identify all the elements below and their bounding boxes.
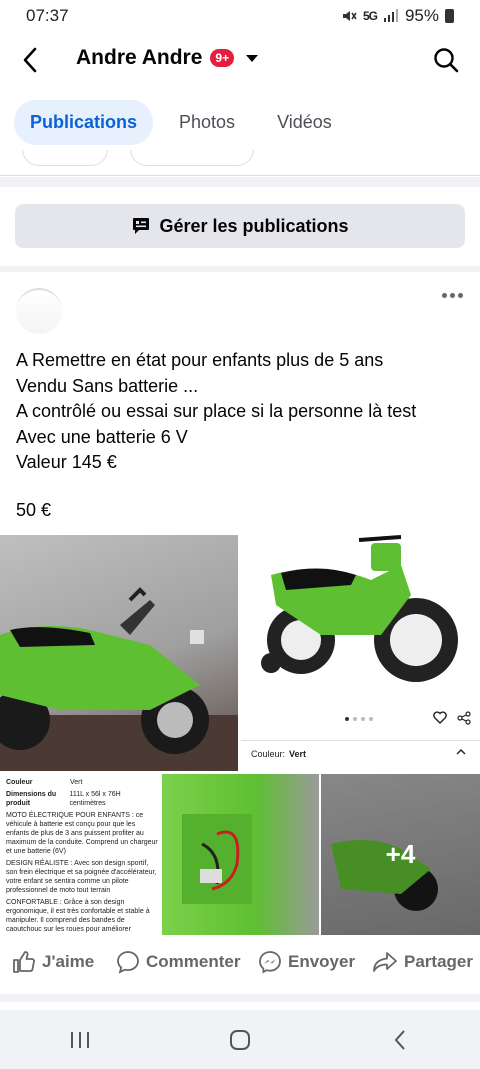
comment-button[interactable]: Commenter (116, 950, 240, 974)
system-back-button[interactable] (370, 1020, 430, 1060)
profile-header: Andre Andre 9+ (0, 36, 480, 84)
post-line: A Remettre en état pour enfants plus de … (16, 350, 384, 370)
avatar[interactable] (16, 288, 62, 334)
status-bar: 07:37 5G 95% (0, 0, 480, 32)
profile-tabs: Publications Photos Vidéos (14, 100, 348, 145)
photo-5[interactable]: +4 (321, 774, 480, 935)
divider (241, 740, 480, 741)
section-divider (0, 266, 480, 272)
system-nav-bar (0, 1010, 480, 1069)
post-line: Avec une batterie 6 V (16, 426, 188, 447)
manage-posts-label: Gérer les publications (159, 215, 349, 236)
tab-videos[interactable]: Vidéos (261, 100, 348, 145)
notification-badge: 9+ (210, 49, 235, 67)
dot-icon (449, 292, 455, 298)
messenger-icon (259, 951, 281, 974)
tab-publications[interactable]: Publications (14, 100, 154, 145)
search-icon (434, 48, 459, 73)
section-divider (0, 177, 480, 187)
dot-icon (457, 292, 463, 298)
post-line: A contrôlé ou essai sur place si la pers… (16, 401, 417, 421)
status-time: 07:37 (26, 6, 69, 25)
chevron-left-icon (394, 1029, 405, 1050)
recent-apps-icon (71, 1031, 89, 1048)
chevron-up-icon (456, 749, 466, 755)
spec-key: Dimensions du produit (6, 791, 57, 807)
filter-pill[interactable] (22, 150, 108, 166)
more-options-button[interactable] (436, 284, 468, 306)
share-small-icon (457, 711, 471, 725)
color-row: Couleur: Vert (251, 749, 306, 759)
back-arrow-icon (23, 47, 37, 73)
spec-bullet: MOTO ÉLECTRIQUE POUR ENFANTS : ce véhicu… (6, 812, 158, 855)
spec-bullet: CONFORTABLE : Grâce à son design ergonom… (6, 899, 150, 933)
manage-posts-icon (133, 218, 150, 234)
post-line: Valeur 145 € (16, 452, 117, 472)
photo-3[interactable]: Couleur Vert Dimensions du produit 111L x … (0, 774, 160, 935)
battery-wires-photo (182, 814, 252, 904)
home-button[interactable] (210, 1020, 270, 1060)
photo-2[interactable]: Couleur: Vert (241, 535, 480, 771)
share-button[interactable]: Partager (372, 950, 473, 974)
like-label: J'aime (42, 952, 95, 971)
send-button[interactable]: Envoyer (258, 950, 355, 974)
spec-value: Vert (70, 779, 83, 786)
back-button[interactable] (14, 44, 46, 76)
share-icon (373, 952, 397, 972)
network-label: 5G (362, 9, 378, 23)
search-button[interactable] (430, 44, 462, 76)
green-bike-photo (261, 535, 458, 682)
spec-row: Couleur Vert (6, 778, 158, 787)
more-photos-overlay[interactable]: +4 (321, 774, 480, 935)
profile-name: Andre Andre (76, 46, 203, 69)
post-price: 50 € (16, 500, 52, 520)
section-divider (0, 994, 480, 1002)
share-label: Partager (404, 952, 473, 971)
carousel-dot (361, 717, 365, 721)
photo-1[interactable] (0, 535, 238, 771)
filter-pill[interactable] (130, 150, 254, 166)
home-icon (230, 1029, 250, 1050)
tab-photos[interactable]: Photos (163, 100, 251, 145)
send-label: Envoyer (288, 952, 356, 971)
mute-icon (342, 11, 357, 21)
thumbs-up-icon (13, 951, 35, 973)
spec-row: Dimensions du produit 111L x 56l x 76H ce… (6, 790, 158, 808)
carousel-dot (345, 717, 349, 721)
recent-apps-button[interactable] (50, 1020, 110, 1060)
photo-4[interactable] (162, 774, 319, 935)
spec-key: Couleur (6, 779, 33, 786)
comment-label: Commenter (146, 952, 241, 971)
spec-sheet: Couleur Vert Dimensions du produit 111L x … (6, 778, 158, 934)
spec-bullet: DESIGN RÉALISTE : Avec son design sporti… (6, 860, 157, 894)
filter-pills-strip (0, 150, 480, 176)
carousel-dots (345, 717, 373, 721)
manage-posts-button[interactable]: Gérer les publications (15, 204, 465, 248)
color-value: Vert (289, 749, 307, 759)
caret-down-icon (246, 54, 259, 62)
dirt-bike-photo (0, 587, 238, 771)
carousel-dot (353, 717, 357, 721)
heart-icon (433, 711, 447, 724)
like-button[interactable]: J'aime (12, 950, 94, 974)
dot-icon (441, 292, 447, 298)
post-text: A Remettre en état pour enfants plus de … (16, 348, 471, 476)
carousel-dot (369, 717, 373, 721)
profile-name-switcher[interactable]: Andre Andre 9+ (76, 46, 259, 70)
spec-value: 111L x 56l x 76H centimètres (69, 791, 121, 807)
comment-icon (117, 951, 139, 974)
photo-grid: Couleur: Vert Couleur Vert Dimensions du p… (0, 535, 480, 935)
status-icons: 5G 95% (341, 6, 454, 26)
color-label: Couleur: (251, 749, 286, 759)
post-actions: J'aime Commenter Envoyer Partager (0, 944, 480, 984)
battery-percent: 95% (404, 6, 439, 25)
battery-icon (445, 9, 454, 23)
post-line: Vendu Sans batterie ... (16, 375, 199, 396)
signal-icon (383, 9, 398, 22)
